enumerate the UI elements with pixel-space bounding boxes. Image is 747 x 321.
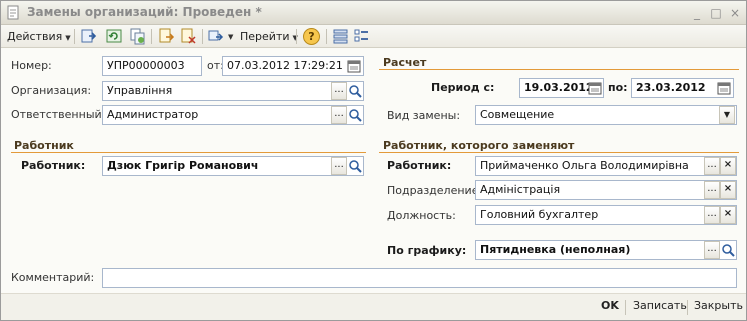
search-icon[interactable] [348, 108, 362, 122]
select-position-button[interactable]: ... [704, 206, 720, 224]
worker-label: Работник: [21, 159, 86, 172]
chevron-down-icon: ▼ [65, 34, 71, 42]
clear-icon[interactable]: × [720, 206, 736, 224]
select-organization-button[interactable]: ... [331, 82, 347, 100]
toolbar-separator [202, 29, 203, 44]
position-label: Должность: [387, 209, 456, 222]
save-button[interactable]: Записать [633, 299, 687, 312]
toolbar-separator [296, 29, 297, 44]
copy-document-icon[interactable] [129, 28, 146, 45]
help-button[interactable]: ? [303, 28, 320, 45]
unpost-document-icon[interactable] [180, 28, 197, 45]
schedule-field[interactable]: Пятидневка (неполная) [475, 240, 737, 260]
comment-label: Комментарий: [11, 271, 95, 284]
clear-icon[interactable]: × [720, 157, 736, 175]
refresh-icon[interactable] [106, 28, 123, 45]
select-worker-button[interactable]: ... [331, 157, 347, 175]
department-label: Подразделение: [387, 184, 483, 197]
section-divider [11, 152, 366, 153]
search-icon[interactable] [721, 243, 735, 257]
toolbar: Действия ▼ ▼ Перейти ? [1, 25, 746, 48]
button-separator [625, 300, 626, 315]
close-button[interactable]: Закрыть [694, 299, 743, 312]
post-and-close-icon[interactable] [80, 28, 97, 45]
toolbar-separator [326, 29, 327, 44]
replaced-section-title: Работник, которого заменяют [383, 139, 575, 152]
organization-label: Организация: [11, 84, 92, 97]
number-field[interactable]: УПР00000003 [102, 56, 202, 76]
period-from-label: Период с: [431, 81, 495, 94]
section-divider [379, 152, 739, 153]
goto-menu-label: Перейти [240, 30, 290, 43]
calendar-icon[interactable] [717, 81, 731, 95]
button-separator [687, 300, 688, 315]
replace-type-select[interactable]: Совмещение [475, 105, 737, 125]
number-label: Номер: [11, 59, 52, 72]
checklist-icon[interactable] [353, 28, 370, 45]
structure-icon[interactable] [208, 28, 225, 45]
select-replaced-worker-button[interactable]: ... [704, 157, 720, 175]
list-view-icon[interactable] [332, 28, 349, 45]
select-department-button[interactable]: ... [704, 181, 720, 199]
replaced-worker-field[interactable]: Приймаченко Ольга Володимирівна [475, 156, 737, 176]
search-icon[interactable] [348, 84, 362, 98]
responsible-label: Ответственный: [11, 108, 106, 121]
minimize-button[interactable]: _ [689, 5, 705, 21]
organization-field[interactable]: Управління [102, 81, 364, 101]
department-field[interactable]: Адміністрація [475, 180, 737, 200]
title-bar: Замены организаций: Проведен * _ □ × [1, 1, 746, 25]
close-window-button[interactable]: × [727, 5, 743, 21]
chevron-down-icon[interactable]: ▼ [719, 106, 735, 124]
document-icon [7, 5, 19, 20]
maximize-button[interactable]: □ [708, 5, 724, 21]
replace-type-label: Вид замены: [387, 109, 461, 122]
ok-button[interactable]: OK [601, 299, 619, 312]
schedule-label: По графику: [387, 244, 467, 257]
select-responsible-button[interactable]: ... [331, 106, 347, 124]
worker-field[interactable]: Дзюк Григір Романович [102, 156, 364, 176]
replaced-worker-label: Работник: [387, 159, 452, 172]
clear-icon[interactable]: × [720, 181, 736, 199]
toolbar-separator [74, 29, 75, 44]
window-title: Замены организаций: Проведен * [27, 5, 262, 19]
section-divider [379, 69, 739, 70]
select-schedule-button[interactable]: ... [704, 241, 720, 259]
calc-section-title: Расчет [383, 56, 427, 69]
toolbar-separator [151, 29, 152, 44]
document-window: Замены организаций: Проведен * _ □ × Дей… [0, 0, 747, 321]
actions-menu[interactable]: Действия ▼ [7, 27, 71, 46]
calendar-icon[interactable] [347, 59, 361, 73]
chevron-down-icon[interactable]: ▼ [228, 33, 233, 41]
search-icon[interactable] [348, 159, 362, 173]
position-field[interactable]: Головний бухгалтер [475, 205, 737, 225]
actions-menu-label: Действия [7, 30, 63, 43]
calendar-icon[interactable] [588, 81, 602, 95]
period-to-label: по: [608, 81, 628, 94]
date-field[interactable]: 07.03.2012 17:29:21 [222, 56, 364, 76]
responsible-field[interactable]: Администратор [102, 105, 364, 125]
worker-section-title: Работник [14, 139, 74, 152]
button-bar: OK Записать Закрыть [1, 293, 746, 320]
goto-menu[interactable]: Перейти▼ [240, 27, 298, 46]
comment-field[interactable] [102, 268, 737, 288]
post-document-icon[interactable] [158, 28, 175, 45]
